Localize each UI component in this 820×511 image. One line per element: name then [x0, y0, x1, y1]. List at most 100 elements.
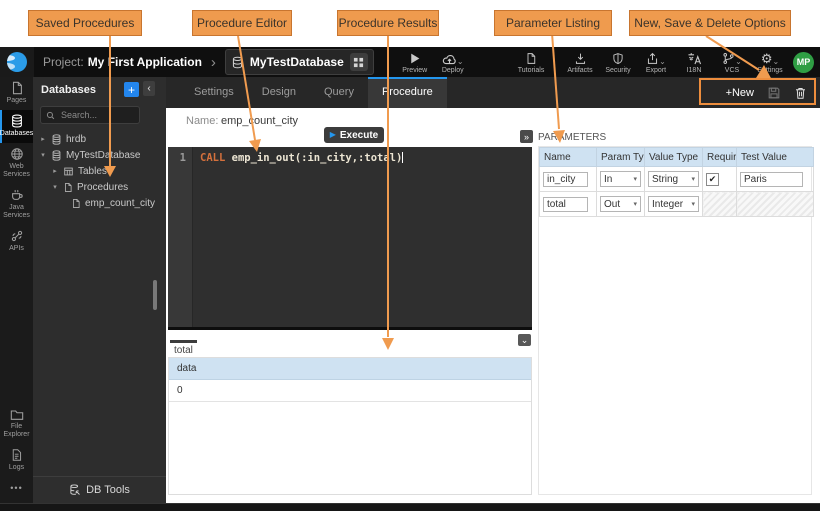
- collapse-editor-button[interactable]: ⌄: [518, 334, 531, 346]
- select-value: Out: [604, 199, 620, 210]
- caret-down-icon: ▾: [691, 175, 695, 183]
- export-icon: [646, 52, 659, 65]
- sidebar-item-label: APIs: [9, 245, 24, 253]
- line-number: 1: [168, 152, 192, 164]
- tree-item-procedures[interactable]: ▾ Procedures: [33, 179, 166, 195]
- left-navigation-rail: Pages Databases Web Services Java Servic…: [0, 77, 33, 503]
- page-icon: [10, 81, 24, 95]
- select-value: In: [604, 174, 612, 185]
- tutorials-button[interactable]: Tutorials: [512, 51, 551, 74]
- user-avatar[interactable]: MP: [793, 52, 814, 73]
- sidebar-item-label: Web Services: [0, 163, 33, 179]
- coffee-cup-icon: [10, 188, 24, 202]
- param-name-input[interactable]: [543, 172, 588, 187]
- project-name: My First Application: [88, 55, 202, 69]
- code-keyword: CALL: [200, 152, 225, 164]
- tree-item-label: Procedures: [77, 182, 128, 193]
- database-context-tab[interactable]: MyTestDatabase: [225, 49, 374, 75]
- security-label: Security: [605, 67, 630, 74]
- param-type-select[interactable]: Out▾: [600, 196, 641, 212]
- collapse-panel-button[interactable]: ‹: [143, 81, 155, 96]
- param-type-select[interactable]: In▾: [600, 171, 641, 187]
- save-icon: [767, 86, 781, 100]
- security-button[interactable]: Security: [599, 51, 637, 74]
- panel-scrollbar[interactable]: [153, 280, 157, 310]
- databases-panel-title: Databases: [41, 84, 96, 96]
- new-procedure-button[interactable]: +New: [726, 87, 754, 99]
- database-search-box[interactable]: [40, 106, 140, 124]
- vcs-button[interactable]: ⌄ VCS: [713, 51, 751, 74]
- document-icon: [525, 52, 537, 65]
- tab-design[interactable]: Design: [248, 77, 310, 108]
- sidebar-item-pages[interactable]: Pages: [0, 77, 33, 110]
- procedure-tab-bar: Settings Design Query Procedure +New: [166, 77, 820, 108]
- tree-expanded-icon: ▾: [51, 183, 59, 191]
- sidebar-item-file-explorer[interactable]: File Explorer: [0, 404, 33, 444]
- test-value-input[interactable]: [740, 172, 803, 187]
- execute-label: Execute: [340, 130, 378, 141]
- caret-down-icon: ⌄: [659, 59, 666, 65]
- test-value-cell-na: [737, 192, 814, 217]
- callout-procedure-results: Procedure Results: [337, 10, 439, 36]
- callout-procedure-editor: Procedure Editor: [192, 10, 292, 36]
- col-name: Name: [540, 148, 597, 167]
- sidebar-item-databases[interactable]: Databases: [0, 110, 33, 143]
- param-name-input[interactable]: [543, 197, 588, 212]
- database-icon: [10, 114, 24, 128]
- globe-icon: [10, 147, 24, 161]
- settings-label: Settings: [757, 67, 782, 74]
- database-icon: [51, 150, 62, 161]
- settings-button[interactable]: ⚙ ⌄ Settings: [751, 51, 789, 74]
- db-tools-button[interactable]: DB Tools: [33, 476, 166, 503]
- procedure-results-table: data 0: [168, 357, 532, 495]
- tree-item-tables[interactable]: ▸ Tables: [33, 163, 166, 179]
- top-bar: Project: My First Application › MyTestDa…: [0, 47, 820, 77]
- more-options-button[interactable]: •••: [0, 477, 33, 503]
- shield-icon: [612, 52, 624, 65]
- gear-icon: ⚙: [761, 52, 773, 65]
- text-cursor: [402, 152, 403, 163]
- switch-view-button[interactable]: [350, 53, 368, 71]
- i18n-button[interactable]: I18N: [675, 51, 713, 74]
- save-procedure-button[interactable]: [767, 86, 781, 100]
- value-type-select[interactable]: Integer▾: [648, 196, 699, 212]
- tree-item-hrdb[interactable]: ▸ hrdb: [33, 131, 166, 147]
- procedure-workspace: Name: emp_count_city ▶ Execute » 1 CALL …: [166, 108, 820, 503]
- delete-procedure-button[interactable]: [794, 86, 807, 100]
- search-input[interactable]: [59, 109, 133, 121]
- sidebar-item-web-services[interactable]: Web Services: [0, 143, 33, 184]
- add-database-button[interactable]: +: [124, 82, 139, 97]
- tab-settings[interactable]: Settings: [180, 77, 248, 108]
- execute-button[interactable]: ▶ Execute: [324, 127, 384, 143]
- i18n-label: I18N: [687, 67, 702, 74]
- db-tools-label: DB Tools: [86, 484, 130, 496]
- sidebar-item-logs[interactable]: Logs: [0, 444, 33, 477]
- deploy-button[interactable]: ⌄ Deploy: [434, 51, 472, 74]
- results-value-row: 0: [169, 380, 531, 402]
- tree-item-label: MyTestDatabase: [66, 150, 140, 161]
- wavemaker-logo-icon: [7, 52, 27, 72]
- api-node-icon: [10, 229, 24, 243]
- value-type-select[interactable]: String▾: [648, 171, 699, 187]
- result-tab-total[interactable]: total: [174, 345, 193, 356]
- col-param-type: Param Type: [597, 148, 645, 167]
- tree-item-mytestdatabase[interactable]: ▾ MyTestDatabase: [33, 147, 166, 163]
- required-checkbox[interactable]: ✔: [706, 173, 719, 186]
- preview-button[interactable]: Preview: [396, 51, 434, 74]
- code-line: 1 CALL emp_in_out(:in_city,:total): [168, 152, 532, 164]
- tree-item-emp-count-city[interactable]: emp_count_city: [33, 195, 166, 211]
- artifacts-button[interactable]: Artifacts: [561, 51, 599, 74]
- export-button[interactable]: ⌄ Export: [637, 51, 675, 74]
- callout-saved-procedures: Saved Procedures: [28, 10, 142, 36]
- expand-parameters-button[interactable]: »: [520, 130, 533, 143]
- app-logo[interactable]: [0, 47, 34, 77]
- sidebar-item-java-services[interactable]: Java Services: [0, 184, 33, 225]
- tab-procedure[interactable]: Procedure: [368, 77, 447, 108]
- tree-collapsed-icon: ▸: [51, 167, 59, 175]
- tab-query[interactable]: Query: [310, 77, 368, 108]
- procedure-code-editor[interactable]: 1 CALL emp_in_out(:in_city,:total): [168, 147, 532, 330]
- tree-item-label: Tables: [78, 166, 107, 177]
- sidebar-item-label: File Explorer: [0, 423, 33, 439]
- sidebar-item-apis[interactable]: APIs: [0, 225, 33, 258]
- folder-icon: [10, 408, 24, 421]
